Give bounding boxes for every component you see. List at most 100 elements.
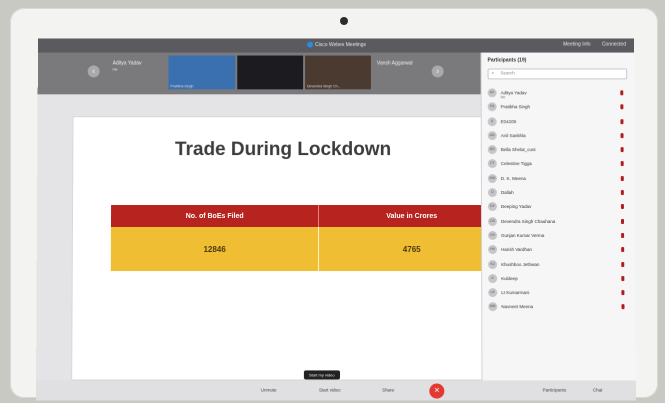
app-title-text: Cisco Webex Meetings (315, 41, 366, 48)
participant-name: Bella Shelat_cust (500, 147, 536, 153)
slide-title: Trade During Lockdown (174, 139, 392, 161)
participants-header: Participants (19) (487, 57, 527, 64)
participant-name: Anil Sankhla (500, 133, 526, 139)
participant-avatar: PS (487, 102, 497, 112)
participant-row[interactable]: HV Harish Vardhan (488, 243, 630, 257)
participants-button[interactable]: Participants (543, 388, 567, 393)
participant-avatar: NM (488, 302, 498, 312)
self-sub: me (112, 67, 118, 72)
participant-avatar: AY (487, 88, 497, 98)
participant-row[interactable]: DW D. K. Meena (487, 172, 630, 186)
participant-avatar: HV (488, 245, 498, 255)
muted-mic-icon (620, 104, 624, 110)
muted-mic-icon (621, 304, 625, 310)
webex-logo-icon (307, 41, 314, 48)
presentation-slide: Trade During Lockdown No. of BoEs Filed … (71, 116, 505, 381)
unmute-button[interactable]: Unmute (261, 388, 277, 393)
table-cell-value: 4765 (318, 227, 505, 272)
participant-row[interactable]: E E04209 (487, 115, 630, 129)
muted-mic-icon (620, 118, 624, 124)
participant-avatar: DY (487, 202, 497, 212)
participant-row[interactable]: BS Bella Shelat_cust (487, 143, 630, 157)
participant-avatar: LK (488, 288, 498, 298)
participant-avatar: GV (488, 230, 498, 240)
participant-name: Deeping Yadav (500, 204, 532, 210)
muted-mic-icon (620, 190, 624, 196)
titlebar-right: Meeting Info Connected (553, 42, 626, 48)
start-video-button[interactable]: Start video (319, 388, 341, 393)
participant-name: Gunjan Kumar Verma (501, 232, 545, 238)
start-video-tooltip: Start my video (303, 370, 340, 380)
participant-name: Navneet Meena (501, 304, 534, 310)
muted-mic-icon (620, 133, 624, 139)
end-call-button[interactable]: ✕ (429, 383, 445, 399)
participant-avatar: AS (487, 131, 497, 141)
participant-row[interactable]: NM Navneet Meena (488, 301, 630, 315)
participant-row[interactable]: LK Lt Kumarmani (488, 286, 630, 300)
self-name: Aditya Yadav (112, 60, 142, 67)
video-tile[interactable] (237, 55, 304, 90)
video-tile-name: Pratibha Singh (170, 84, 194, 89)
muted-mic-icon (620, 218, 625, 224)
search-placeholder: Search (500, 70, 515, 76)
participant-row[interactable]: DY Deeping Yadav (487, 200, 630, 214)
participant-avatar: CT (487, 159, 497, 169)
participant-row[interactable]: AS Anil Sankhla (487, 129, 630, 143)
muted-mic-icon (621, 247, 625, 253)
participant-sub: Me (500, 95, 506, 100)
table-cell-boe: 12846 (110, 227, 319, 272)
self-tile: Aditya Yadav me (113, 61, 142, 72)
app-title: Cisco Webex Meetings (307, 41, 366, 48)
participant-name: Pratibha Singh (500, 104, 531, 110)
next-video-icon[interactable]: › (431, 65, 444, 78)
muted-mic-icon (621, 261, 625, 267)
participant-avatar: D (487, 188, 497, 198)
participant-search-input[interactable]: ⌕ Search (487, 68, 628, 80)
trade-table: No. of BoEs Filed Value in Crores 12846 … (110, 205, 505, 272)
participant-name: Harish Vardhan (501, 247, 533, 253)
control-bar: Unmute Start video Share ✕ Participants … (35, 380, 637, 401)
muted-mic-icon (620, 90, 624, 96)
participant-row[interactable]: AY Aditya Yadav Me (487, 86, 630, 100)
participants-panel: Participants (19) ⌕ Search AY Aditya Yada… (480, 52, 637, 401)
participant-name: Khushboo Jethwan (501, 261, 540, 267)
muted-mic-icon (620, 204, 624, 210)
participant-avatar: KJ (488, 259, 498, 269)
participant-avatar: DW (487, 173, 497, 183)
participant-avatar: BS (487, 145, 497, 155)
participant-avatar: E (487, 116, 497, 126)
chat-button[interactable]: Chat (593, 388, 603, 393)
speaker-name: Vansh Aggarwal (376, 60, 413, 67)
participant-row[interactable]: GV Gunjan Kumar Verma (488, 229, 630, 243)
participant-row[interactable]: K Kuldeep (488, 272, 630, 286)
search-icon: ⌕ (491, 70, 495, 76)
prev-video-icon[interactable]: ‹ (87, 65, 100, 78)
participant-row[interactable]: D Dallah (487, 186, 630, 200)
muted-mic-icon (620, 161, 624, 167)
participant-name: Devendra Singh Chauhana (500, 218, 556, 224)
screen: Cisco Webex Meetings Meeting Info Connec… (35, 38, 637, 401)
participant-row[interactable]: PS Pratibha Singh (487, 101, 630, 115)
participant-name: Kuldeep (501, 275, 518, 281)
shared-content-area: Trade During Lockdown No. of BoEs Filed … (35, 94, 505, 401)
table-header-value: Value in Crores (318, 205, 505, 228)
connected-status: Connected (601, 41, 627, 48)
muted-mic-icon (621, 290, 625, 296)
meeting-info-button[interactable]: Meeting Info (563, 42, 590, 48)
muted-mic-icon (621, 232, 625, 238)
participant-name: Celestine Tigga (500, 161, 532, 167)
video-tile[interactable]: Devendra Singh Ch... (305, 55, 371, 90)
title-bar: Cisco Webex Meetings Meeting Info Connec… (37, 38, 635, 53)
muted-mic-icon (621, 275, 625, 281)
participant-name: Dallah (500, 190, 514, 196)
participant-avatar: DS (487, 216, 498, 226)
participant-row[interactable]: DS Devendra Singh Chauhana (487, 215, 630, 229)
participant-name: Lt Kumarmani (501, 290, 530, 296)
participant-row[interactable]: CT Celestine Tigga (487, 158, 630, 172)
share-button[interactable]: Share (382, 388, 394, 393)
participant-list: AY Aditya Yadav Me PS Pratibha Singh E E04209 A… (487, 86, 631, 315)
muted-mic-icon (620, 147, 624, 153)
participant-row[interactable]: KJ Khushboo Jethwan (488, 258, 630, 272)
video-tile-name: Devendra Singh Ch... (307, 84, 341, 89)
video-tile[interactable]: Pratibha Singh (168, 55, 236, 90)
